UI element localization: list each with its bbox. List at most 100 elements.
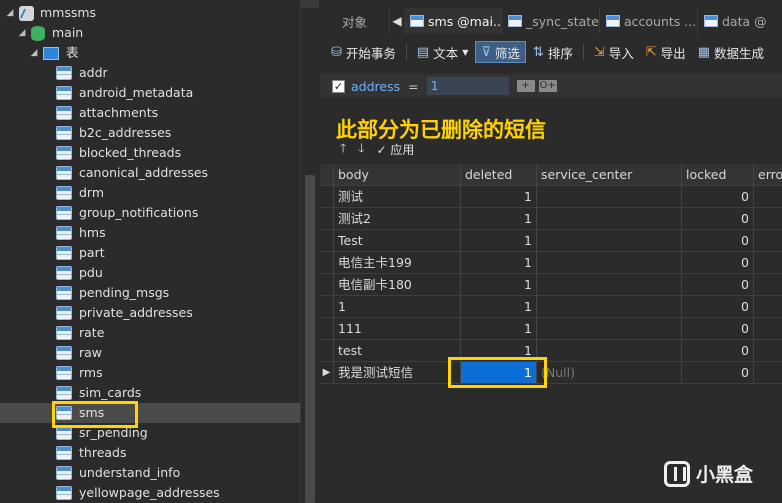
row-header[interactable] bbox=[320, 186, 334, 208]
data-generation-button[interactable]: ▦ 数据生成 bbox=[693, 41, 769, 63]
move-down-icon[interactable]: 🡓 bbox=[358, 139, 364, 160]
cell-deleted[interactable]: 1 bbox=[461, 296, 537, 318]
tree-table-yellowpage_addresses[interactable]: yellowpage_addresses bbox=[56, 483, 220, 503]
tab-sync-state[interactable]: _sync_state... bbox=[502, 8, 600, 34]
cell-error[interactable] bbox=[754, 340, 782, 362]
filter-operator[interactable]: = bbox=[408, 79, 418, 94]
tree-schema[interactable]: ◢ main bbox=[16, 23, 83, 43]
collapse-arrow-icon[interactable]: ◢ bbox=[4, 7, 16, 19]
cell-deleted[interactable]: 1 bbox=[461, 274, 537, 296]
cell-locked[interactable]: 0 bbox=[682, 252, 754, 274]
text-view-button[interactable]: ▤ 文本 ▼ bbox=[412, 41, 473, 63]
table-row[interactable]: test 1 0 bbox=[320, 340, 782, 362]
collapse-arrow-icon[interactable]: ◢ bbox=[28, 47, 40, 59]
tree-connection[interactable]: ◢ mmssms bbox=[4, 3, 96, 23]
table-row[interactable]: Test 1 0 bbox=[320, 230, 782, 252]
cell-locked[interactable]: 0 bbox=[682, 208, 754, 230]
cell-deleted[interactable]: 1 bbox=[461, 186, 537, 208]
tree-table-rms[interactable]: rms bbox=[56, 363, 103, 383]
cell-locked[interactable]: 0 bbox=[682, 318, 754, 340]
cell-error[interactable] bbox=[754, 208, 782, 230]
table-row[interactable]: 111 1 0 bbox=[320, 318, 782, 340]
cell-error[interactable] bbox=[754, 318, 782, 340]
cell-body[interactable]: 1 bbox=[334, 296, 461, 318]
row-header[interactable] bbox=[320, 208, 334, 230]
tab-sms[interactable]: sms @mai... bbox=[404, 8, 502, 34]
row-header[interactable] bbox=[320, 296, 334, 318]
tree-scrollbar[interactable] bbox=[300, 0, 319, 503]
tree-table-canonical_addresses[interactable]: canonical_addresses bbox=[56, 163, 208, 183]
cell-body[interactable]: 电信主卡199 bbox=[334, 252, 461, 274]
cell-error[interactable] bbox=[754, 296, 782, 318]
cell-body[interactable]: test bbox=[334, 340, 461, 362]
tree-table-private_addresses[interactable]: private_addresses bbox=[56, 303, 193, 323]
tree-table-sms[interactable]: sms bbox=[0, 403, 300, 423]
table-row[interactable]: 电信主卡199 1 0 bbox=[320, 252, 782, 274]
cell-locked[interactable]: 0 bbox=[682, 274, 754, 296]
tree-table-b2c_addresses[interactable]: b2c_addresses bbox=[56, 123, 171, 143]
tree-table-hms[interactable]: hms bbox=[56, 223, 106, 243]
add-condition-button[interactable]: + bbox=[516, 80, 535, 92]
tab-scroll-left-icon[interactable]: ◀ bbox=[390, 8, 404, 34]
cell-service_center[interactable]: (Null) bbox=[537, 362, 682, 384]
cell-deleted[interactable]: 1 bbox=[461, 318, 537, 340]
row-header[interactable] bbox=[320, 274, 334, 296]
tree-table-pdu[interactable]: pdu bbox=[56, 263, 103, 283]
row-header[interactable] bbox=[320, 230, 334, 252]
tree-table-addr[interactable]: addr bbox=[56, 63, 108, 83]
cell-locked[interactable]: 0 bbox=[682, 362, 754, 384]
tree-table-threads[interactable]: threads bbox=[56, 443, 127, 463]
import-button[interactable]: ⇲ 导入 bbox=[589, 41, 639, 63]
current-row-indicator-icon[interactable]: ▶ bbox=[320, 362, 334, 384]
cell-service_center[interactable] bbox=[537, 230, 682, 252]
table-row[interactable]: 测试2 1 0 bbox=[320, 208, 782, 230]
tab-data[interactable]: data @ bbox=[698, 8, 778, 34]
cell-error[interactable] bbox=[754, 186, 782, 208]
add-group-button[interactable]: O+ bbox=[538, 80, 557, 92]
cell-body[interactable]: 电信副卡180 bbox=[334, 274, 461, 296]
cell-locked[interactable]: 0 bbox=[682, 340, 754, 362]
tree-table-part[interactable]: part bbox=[56, 243, 105, 263]
cell-deleted[interactable]: 1 bbox=[461, 252, 537, 274]
begin-transaction-button[interactable]: ⛁ 开始事务 bbox=[326, 41, 401, 63]
cell-error[interactable] bbox=[754, 274, 782, 296]
tree-table-group_notifications[interactable]: group_notifications bbox=[56, 203, 198, 223]
column-header-body[interactable]: body bbox=[334, 164, 461, 186]
tree-table-android_metadata[interactable]: android_metadata bbox=[56, 83, 193, 103]
tree-table-rate[interactable]: rate bbox=[56, 323, 104, 343]
cell-locked[interactable]: 0 bbox=[682, 186, 754, 208]
cell-service_center[interactable] bbox=[537, 252, 682, 274]
scrollbar-thumb[interactable] bbox=[305, 175, 315, 503]
tab-accounts[interactable]: accounts ... bbox=[600, 8, 698, 34]
table-row[interactable]: 电信副卡180 1 0 bbox=[320, 274, 782, 296]
column-header-deleted[interactable]: deleted bbox=[461, 164, 537, 186]
cell-body[interactable]: 111 bbox=[334, 318, 461, 340]
row-header[interactable] bbox=[320, 252, 334, 274]
filter-button[interactable]: ⊽ 筛选 bbox=[475, 41, 526, 63]
column-header-service_center[interactable]: service_center bbox=[537, 164, 682, 186]
cell-service_center[interactable] bbox=[537, 340, 682, 362]
cell-service_center[interactable] bbox=[537, 296, 682, 318]
tree-table-drm[interactable]: drm bbox=[56, 183, 104, 203]
column-header-locked[interactable]: locked bbox=[682, 164, 754, 186]
tree-tables-folder[interactable]: ◢ 表 bbox=[28, 43, 79, 63]
cell-service_center[interactable] bbox=[537, 208, 682, 230]
move-up-icon[interactable]: 🡑 bbox=[340, 139, 346, 160]
tree-table-attachments[interactable]: attachments bbox=[56, 103, 158, 123]
cell-locked[interactable]: 0 bbox=[682, 296, 754, 318]
cell-error[interactable] bbox=[754, 230, 782, 252]
tree-table-raw[interactable]: raw bbox=[56, 343, 102, 363]
cell-service_center[interactable] bbox=[537, 274, 682, 296]
cell-deleted[interactable]: 1 bbox=[461, 208, 537, 230]
apply-filter-button[interactable]: ✓ 应用 bbox=[377, 141, 415, 158]
tree-table-understand_info[interactable]: understand_info bbox=[56, 463, 180, 483]
table-row[interactable]: ▶ 我是测试短信 1 (Null) 0 bbox=[320, 362, 782, 384]
cell-service_center[interactable] bbox=[537, 186, 682, 208]
table-row[interactable]: 测试 1 0 bbox=[320, 186, 782, 208]
cell-error[interactable] bbox=[754, 362, 782, 384]
cell-body[interactable]: 测试 bbox=[334, 186, 461, 208]
cell-service_center[interactable] bbox=[537, 318, 682, 340]
tab-objects[interactable]: 对象 bbox=[320, 8, 390, 34]
row-header[interactable] bbox=[320, 318, 334, 340]
cell-body[interactable]: 测试2 bbox=[334, 208, 461, 230]
